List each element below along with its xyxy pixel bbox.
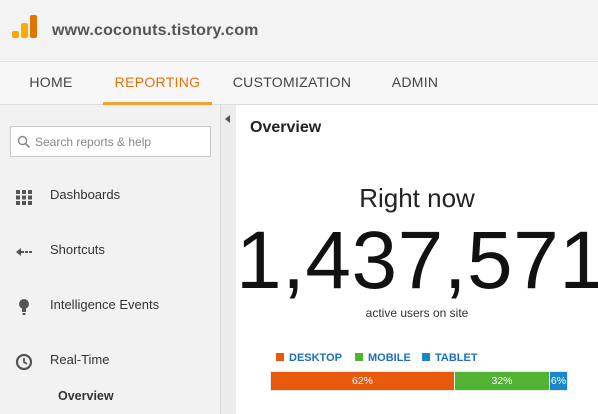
search-icon bbox=[17, 135, 31, 149]
tab-customization[interactable]: CUSTOMIZATION bbox=[226, 62, 358, 105]
active-users-count: 1,437,571 bbox=[236, 215, 598, 306]
shortcut-arrow-icon bbox=[16, 248, 32, 256]
tab-home[interactable]: HOME bbox=[12, 62, 90, 105]
top-bar: www.coconuts.tistory.com bbox=[0, 0, 598, 62]
sidebar-item-label: Real-Time bbox=[50, 352, 110, 367]
device-segment-mobile[interactable]: 32% bbox=[455, 372, 550, 390]
sidebar-item-label: Intelligence Events bbox=[50, 297, 160, 312]
right-now-label: Right now bbox=[359, 183, 475, 213]
legend-swatch bbox=[355, 353, 363, 361]
page-title: Overview bbox=[250, 119, 322, 136]
sidebar-item-label: Shortcuts bbox=[50, 242, 105, 257]
sidebar-item-shortcuts[interactable]: Shortcuts bbox=[0, 236, 220, 266]
device-segment-desktop[interactable]: 62% bbox=[271, 372, 455, 390]
main-nav: HOME REPORTING CUSTOMIZATION ADMIN bbox=[0, 62, 598, 105]
sidebar-subitem-overview[interactable]: Overview bbox=[58, 389, 114, 403]
legend-swatch bbox=[422, 353, 430, 361]
sidebar-item-intelligence-events[interactable]: Intelligence Events bbox=[0, 291, 220, 321]
legend-tablet: TABLET bbox=[422, 352, 478, 364]
tab-admin[interactable]: ADMIN bbox=[380, 62, 450, 105]
legend-label: MOBILE bbox=[368, 352, 411, 364]
legend-desktop: DESKTOP bbox=[276, 352, 342, 364]
legend-label: DESKTOP bbox=[289, 352, 342, 364]
site-title[interactable]: www.coconuts.tistory.com bbox=[52, 22, 259, 40]
search-box[interactable] bbox=[10, 126, 211, 157]
analytics-bars-icon[interactable] bbox=[11, 14, 39, 40]
legend-mobile: MOBILE bbox=[355, 352, 411, 364]
sidebar-item-real-time[interactable]: Real-Time bbox=[0, 346, 220, 376]
device-segment-tablet[interactable]: 6% bbox=[550, 372, 567, 390]
sidebar-item-label: Dashboards bbox=[50, 187, 121, 202]
grid-icon bbox=[16, 190, 32, 205]
sidebar-collapse-toggle[interactable] bbox=[220, 105, 236, 414]
search-input[interactable] bbox=[35, 131, 205, 153]
clock-icon bbox=[15, 353, 33, 371]
device-breakdown-bar: 62% 32% 6% bbox=[270, 371, 568, 391]
legend-label: TABLET bbox=[435, 352, 478, 364]
active-users-label: active users on site bbox=[365, 306, 469, 320]
lightbulb-icon bbox=[19, 299, 29, 315]
collapse-arrow-icon bbox=[225, 115, 230, 123]
tab-reporting[interactable]: REPORTING bbox=[103, 62, 212, 105]
legend-swatch bbox=[276, 353, 284, 361]
sidebar-item-dashboards[interactable]: Dashboards bbox=[0, 181, 220, 211]
